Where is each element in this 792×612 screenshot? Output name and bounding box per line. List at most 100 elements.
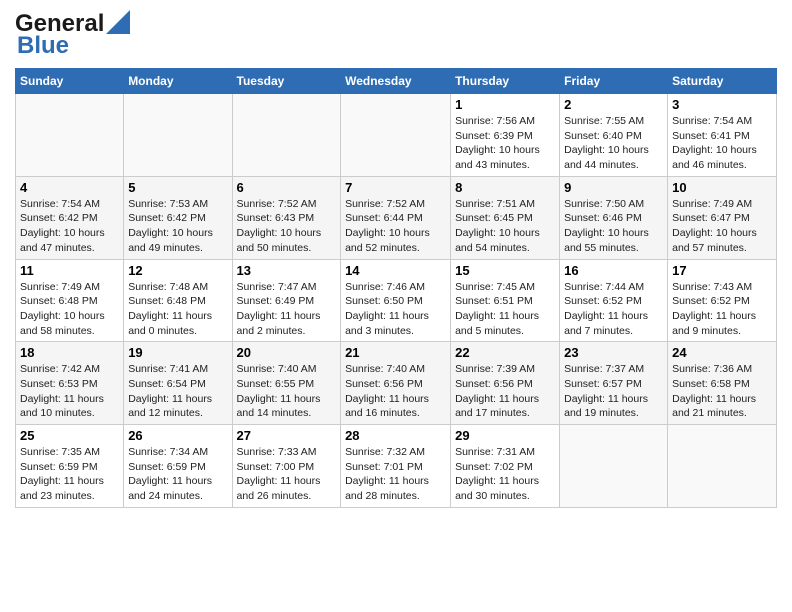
day-number: 12: [128, 263, 227, 278]
calendar-cell: 14 Sunrise: 7:46 AMSunset: 6:50 PMDayligh…: [341, 259, 451, 342]
calendar-week-3: 11 Sunrise: 7:49 AMSunset: 6:48 PMDayligh…: [16, 259, 777, 342]
calendar-cell: 16 Sunrise: 7:44 AMSunset: 6:52 PMDayligh…: [560, 259, 668, 342]
calendar-cell: [668, 425, 777, 508]
day-info: Sunrise: 7:37 AMSunset: 6:57 PMDaylight:…: [564, 362, 663, 421]
calendar-week-4: 18Sunrise: 7:42 AMSunset: 6:53 PMDayligh…: [16, 342, 777, 425]
day-number: 1: [455, 97, 555, 112]
day-number: 4: [20, 180, 119, 195]
day-info: Sunrise: 7:56 AMSunset: 6:39 PMDaylight:…: [455, 114, 555, 173]
calendar-cell: [232, 94, 341, 177]
calendar-cell: 21 Sunrise: 7:40 AMSunset: 6:56 PMDayligh…: [341, 342, 451, 425]
day-info: Sunrise: 7:44 AMSunset: 6:52 PMDaylight:…: [564, 280, 663, 339]
calendar-cell: 9 Sunrise: 7:50 AMSunset: 6:46 PMDaylight…: [560, 176, 668, 259]
day-info: Sunrise: 7:42 AMSunset: 6:53 PMDaylight:…: [20, 362, 119, 421]
calendar-week-1: 1 Sunrise: 7:56 AMSunset: 6:39 PMDaylight…: [16, 94, 777, 177]
day-info: Sunrise: 7:54 AMSunset: 6:41 PMDaylight:…: [672, 114, 772, 173]
day-number: 20: [237, 345, 337, 360]
weekday-header-sunday: Sunday: [16, 69, 124, 94]
calendar-cell: 24 Sunrise: 7:36 AMSunset: 6:58 PMDayligh…: [668, 342, 777, 425]
calendar-cell: [341, 94, 451, 177]
calendar-cell: 8Sunrise: 7:51 AMSunset: 6:45 PMDaylight…: [451, 176, 560, 259]
calendar-cell: [16, 94, 124, 177]
calendar-cell: 17 Sunrise: 7:43 AMSunset: 6:52 PMDayligh…: [668, 259, 777, 342]
calendar-cell: [560, 425, 668, 508]
day-info: Sunrise: 7:49 AMSunset: 6:48 PMDaylight:…: [20, 280, 119, 339]
page-container: General Blue SundayMondayTuesdayWednesda…: [0, 0, 792, 518]
day-number: 15: [455, 263, 555, 278]
calendar-cell: 22Sunrise: 7:39 AMSunset: 6:56 PMDayligh…: [451, 342, 560, 425]
calendar-cell: 5 Sunrise: 7:53 AMSunset: 6:42 PMDaylight…: [124, 176, 232, 259]
day-number: 29: [455, 428, 555, 443]
day-info: Sunrise: 7:52 AMSunset: 6:44 PMDaylight:…: [345, 197, 446, 256]
calendar-week-5: 25Sunrise: 7:35 AMSunset: 6:59 PMDayligh…: [16, 425, 777, 508]
day-info: Sunrise: 7:41 AMSunset: 6:54 PMDaylight:…: [128, 362, 227, 421]
day-number: 27: [237, 428, 337, 443]
calendar-cell: 25Sunrise: 7:35 AMSunset: 6:59 PMDayligh…: [16, 425, 124, 508]
day-number: 5: [128, 180, 227, 195]
day-info: Sunrise: 7:52 AMSunset: 6:43 PMDaylight:…: [237, 197, 337, 256]
logo: General Blue: [15, 10, 130, 60]
day-number: 9: [564, 180, 663, 195]
day-info: Sunrise: 7:39 AMSunset: 6:56 PMDaylight:…: [455, 362, 555, 421]
day-number: 21: [345, 345, 446, 360]
day-number: 25: [20, 428, 119, 443]
day-info: Sunrise: 7:48 AMSunset: 6:48 PMDaylight:…: [128, 280, 227, 339]
weekday-header-monday: Monday: [124, 69, 232, 94]
weekday-header-friday: Friday: [560, 69, 668, 94]
calendar-cell: 12 Sunrise: 7:48 AMSunset: 6:48 PMDayligh…: [124, 259, 232, 342]
calendar-cell: 3 Sunrise: 7:54 AMSunset: 6:41 PMDaylight…: [668, 94, 777, 177]
day-info: Sunrise: 7:40 AMSunset: 6:56 PMDaylight:…: [345, 362, 446, 421]
calendar-cell: 19 Sunrise: 7:41 AMSunset: 6:54 PMDayligh…: [124, 342, 232, 425]
day-info: Sunrise: 7:50 AMSunset: 6:46 PMDaylight:…: [564, 197, 663, 256]
day-number: 23: [564, 345, 663, 360]
day-info: Sunrise: 7:53 AMSunset: 6:42 PMDaylight:…: [128, 197, 227, 256]
day-number: 10: [672, 180, 772, 195]
day-number: 16: [564, 263, 663, 278]
calendar-cell: 2 Sunrise: 7:55 AMSunset: 6:40 PMDaylight…: [560, 94, 668, 177]
day-info: Sunrise: 7:31 AMSunset: 7:02 PMDaylight:…: [455, 445, 555, 504]
weekday-header-tuesday: Tuesday: [232, 69, 341, 94]
day-info: Sunrise: 7:55 AMSunset: 6:40 PMDaylight:…: [564, 114, 663, 173]
day-info: Sunrise: 7:49 AMSunset: 6:47 PMDaylight:…: [672, 197, 772, 256]
day-info: Sunrise: 7:47 AMSunset: 6:49 PMDaylight:…: [237, 280, 337, 339]
weekday-header-saturday: Saturday: [668, 69, 777, 94]
calendar-cell: 28Sunrise: 7:32 AMSunset: 7:01 PMDayligh…: [341, 425, 451, 508]
calendar-cell: 6 Sunrise: 7:52 AMSunset: 6:43 PMDaylight…: [232, 176, 341, 259]
logo-general: General: [15, 10, 104, 38]
calendar-cell: 27Sunrise: 7:33 AMSunset: 7:00 PMDayligh…: [232, 425, 341, 508]
calendar-cell: 4 Sunrise: 7:54 AMSunset: 6:42 PMDaylight…: [16, 176, 124, 259]
day-number: 11: [20, 263, 119, 278]
weekday-header-wednesday: Wednesday: [341, 69, 451, 94]
day-number: 8: [455, 180, 555, 195]
calendar-cell: 23 Sunrise: 7:37 AMSunset: 6:57 PMDayligh…: [560, 342, 668, 425]
calendar-table: SundayMondayTuesdayWednesdayThursdayFrid…: [15, 68, 777, 508]
day-info: Sunrise: 7:36 AMSunset: 6:58 PMDaylight:…: [672, 362, 772, 421]
calendar-week-2: 4 Sunrise: 7:54 AMSunset: 6:42 PMDaylight…: [16, 176, 777, 259]
day-info: Sunrise: 7:40 AMSunset: 6:55 PMDaylight:…: [237, 362, 337, 421]
day-number: 19: [128, 345, 227, 360]
calendar-cell: 29 Sunrise: 7:31 AMSunset: 7:02 PMDayligh…: [451, 425, 560, 508]
day-number: 14: [345, 263, 446, 278]
calendar-cell: 20 Sunrise: 7:40 AMSunset: 6:55 PMDayligh…: [232, 342, 341, 425]
calendar-cell: 7 Sunrise: 7:52 AMSunset: 6:44 PMDaylight…: [341, 176, 451, 259]
day-number: 7: [345, 180, 446, 195]
day-info: Sunrise: 7:43 AMSunset: 6:52 PMDaylight:…: [672, 280, 772, 339]
calendar-cell: [124, 94, 232, 177]
calendar-cell: 18Sunrise: 7:42 AMSunset: 6:53 PMDayligh…: [16, 342, 124, 425]
day-info: Sunrise: 7:34 AMSunset: 6:59 PMDaylight:…: [128, 445, 227, 504]
day-info: Sunrise: 7:46 AMSunset: 6:50 PMDaylight:…: [345, 280, 446, 339]
calendar-cell: 15Sunrise: 7:45 AMSunset: 6:51 PMDayligh…: [451, 259, 560, 342]
day-number: 2: [564, 97, 663, 112]
day-number: 13: [237, 263, 337, 278]
weekday-header-thursday: Thursday: [451, 69, 560, 94]
day-number: 28: [345, 428, 446, 443]
day-number: 3: [672, 97, 772, 112]
calendar-cell: 11 Sunrise: 7:49 AMSunset: 6:48 PMDayligh…: [16, 259, 124, 342]
calendar-cell: 10 Sunrise: 7:49 AMSunset: 6:47 PMDayligh…: [668, 176, 777, 259]
calendar-header-row: SundayMondayTuesdayWednesdayThursdayFrid…: [16, 69, 777, 94]
day-number: 17: [672, 263, 772, 278]
day-number: 6: [237, 180, 337, 195]
day-info: Sunrise: 7:54 AMSunset: 6:42 PMDaylight:…: [20, 197, 119, 256]
day-number: 24: [672, 345, 772, 360]
page-header: General Blue: [15, 10, 777, 60]
